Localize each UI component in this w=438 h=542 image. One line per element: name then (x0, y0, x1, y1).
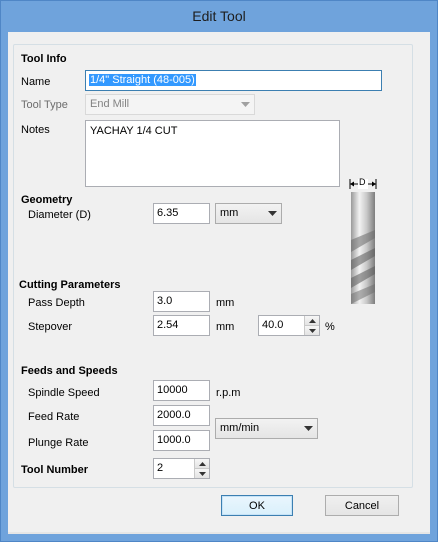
name-label: Name (21, 76, 51, 88)
feed-rate-label: Feed Rate (28, 411, 80, 423)
feed-rate-value: 2000.0 (157, 409, 191, 421)
bottom-edge (8, 532, 430, 534)
feed-rate-input[interactable]: 2000.0 (153, 405, 210, 426)
name-input-value: 1/4" Straight (48-005) (89, 74, 196, 86)
geometry-heading: Geometry (21, 194, 73, 206)
cutting-parameters-heading: Cutting Parameters (19, 279, 121, 291)
stepover-label: Stepover (28, 321, 73, 333)
diameter-units-select[interactable]: mm (215, 203, 282, 224)
tool-number-value: 2 (157, 462, 164, 474)
chevron-down-icon (300, 419, 317, 438)
spin-down-icon[interactable] (194, 468, 209, 478)
stepover-unit: mm (216, 321, 235, 333)
pass-depth-value: 3.0 (157, 295, 173, 307)
tool-type-select[interactable]: End Mill (85, 94, 255, 115)
pass-depth-input[interactable]: 3.0 (153, 291, 210, 312)
notes-label: Notes (21, 124, 50, 136)
notes-value: YACHAY 1/4 CUT (90, 125, 178, 137)
tool-info-heading: Tool Info (21, 53, 67, 65)
stepover-percent-unit: % (325, 321, 335, 333)
spindle-speed-label: Spindle Speed (28, 387, 100, 399)
plunge-rate-input[interactable]: 1000.0 (153, 430, 210, 451)
plunge-rate-label: Plunge Rate (28, 437, 89, 449)
chevron-down-icon (237, 95, 254, 114)
diameter-input[interactable]: 6.35 (153, 203, 210, 224)
diameter-units-value: mm (220, 207, 239, 219)
cancel-button[interactable]: Cancel (325, 495, 399, 516)
ok-button[interactable]: OK (221, 495, 293, 516)
spindle-speed-input[interactable]: 10000 (153, 380, 210, 401)
name-input[interactable]: 1/4" Straight (48-005) (85, 70, 382, 91)
notes-textarea[interactable]: YACHAY 1/4 CUT (85, 120, 340, 187)
diameter-label: Diameter (D) (28, 209, 91, 221)
diameter-diagram-label: D (359, 177, 366, 187)
pass-depth-unit: mm (216, 297, 235, 309)
spin-up-icon[interactable] (194, 459, 209, 468)
spin-up-icon[interactable] (304, 316, 319, 325)
plunge-rate-value: 1000.0 (157, 434, 191, 446)
stepover-percent-value: 40.0 (262, 319, 284, 331)
end-mill-diagram: D (348, 172, 378, 307)
feeds-speeds-heading: Feeds and Speeds (21, 365, 118, 377)
spindle-speed-unit: r.p.m (216, 387, 241, 399)
stepover-value: 2.54 (157, 319, 179, 331)
tool-type-label: Tool Type (21, 99, 68, 111)
window-title: Edit Tool (192, 8, 246, 24)
stepover-spin-buttons (304, 316, 319, 335)
stepover-percent-spinner[interactable]: 40.0 (258, 315, 320, 336)
tool-number-spin-buttons (194, 459, 209, 478)
pass-depth-label: Pass Depth (28, 297, 85, 309)
chevron-down-icon (264, 204, 281, 223)
rate-units-select[interactable]: mm/min (215, 418, 318, 439)
tool-number-spinner[interactable]: 2 (153, 458, 210, 479)
rate-units-value: mm/min (220, 422, 260, 434)
stepover-input[interactable]: 2.54 (153, 315, 210, 336)
diameter-value: 6.35 (157, 207, 179, 219)
spindle-speed-value: 10000 (157, 384, 188, 396)
tool-type-value: End Mill (90, 98, 130, 110)
tool-number-label: Tool Number (21, 464, 89, 476)
spin-down-icon[interactable] (304, 325, 319, 335)
